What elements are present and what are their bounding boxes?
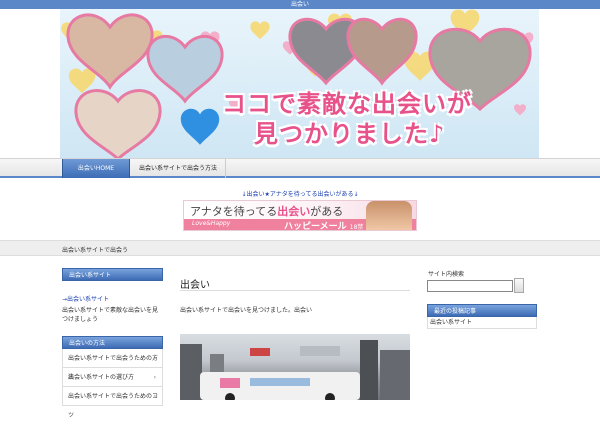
banner-headline-line1: ココで素敵な出会いが — [222, 90, 472, 118]
search-input[interactable] — [427, 280, 513, 292]
breadcrumb-text[interactable]: 出会い系サイトで出会う — [62, 245, 128, 254]
page-title: 出会い — [180, 280, 210, 291]
list-item[interactable]: 出会い系サイトの選び方 › — [63, 368, 162, 387]
ad-small-text: Love&Happy — [192, 220, 231, 227]
ad-text-prefix: アナタを待ってる — [190, 205, 278, 218]
global-nav: 出会いHOME 出会い系サイトで出会う方法 — [0, 158, 600, 178]
left-sidebar-link[interactable]: →出会い系サイト — [62, 294, 109, 303]
banner-headline-line2: 見つかりました♪ — [254, 120, 446, 148]
article-photo — [180, 334, 410, 400]
ad-model-photo — [366, 201, 412, 230]
ad-banner[interactable]: アナタを待ってる出会いがある Love&Happy ハッピーメール 18禁 — [183, 200, 417, 231]
street-scene — [180, 340, 410, 400]
list-item-label: 出会い系サイトで出会うためのコツ — [68, 393, 159, 419]
recent-post-item[interactable]: 出会い系サイト — [427, 317, 537, 329]
ad-text-suffix: がある — [310, 205, 344, 218]
search-label: サイト内検索 — [428, 271, 465, 278]
nav-item-home[interactable]: 出会いHOME — [62, 159, 130, 178]
banner-headline: ココで素敵な出会いが 見つかりました♪ — [210, 89, 530, 149]
left-sidebar-list: 出会い系サイトで出会うための方法 › 出会い系サイトの選び方 › 出会い系サイトで出… — [62, 349, 163, 419]
header-banner[interactable]: ココで素敵な出会いが 見つかりました♪ — [60, 9, 539, 158]
ad-age-badge: 18禁 — [349, 224, 364, 231]
search-button[interactable] — [514, 278, 524, 293]
left-sidebar-description: 出会い系サイトで素敵な出会いを見つけましょう — [62, 307, 159, 323]
nav-item-method[interactable]: 出会い系サイトで出会う方法 — [131, 159, 226, 178]
left-box-title-2: 出会いの方法 — [62, 336, 163, 349]
title-divider — [180, 290, 410, 291]
top-bar: 出会い — [0, 0, 600, 9]
breadcrumb: 出会い系サイトで出会う — [0, 240, 600, 256]
ad-brand: ハッピーメール 18禁 — [284, 219, 364, 231]
list-item[interactable]: 出会い系サイトで出会うためのコツ › — [63, 387, 162, 419]
top-bar-text: 出会い — [290, 1, 309, 8]
list-item[interactable]: 出会い系サイトで出会うための方法 › — [63, 349, 162, 381]
left-box-title-1: 出会い系サイト — [62, 268, 163, 281]
chevron-right-icon: › — [153, 355, 156, 362]
ad-text-highlight: 出会い — [277, 205, 311, 218]
ad-brand-name: ハッピーメール — [284, 222, 347, 231]
right-box-title: 最近の投稿記事 — [427, 304, 537, 317]
chevron-right-icon: › — [153, 393, 156, 400]
chevron-right-icon: › — [153, 374, 156, 381]
list-item-label: 出会い系サイトの選び方 — [68, 374, 135, 381]
main-text: 出会い系サイトで出会いを見つけました。出会い — [180, 307, 313, 314]
ad-headline: アナタを待ってる出会いがある — [190, 203, 343, 219]
promo-link[interactable]: ↓出会い★アナタを待ってる出会いがある↓ — [0, 189, 600, 198]
